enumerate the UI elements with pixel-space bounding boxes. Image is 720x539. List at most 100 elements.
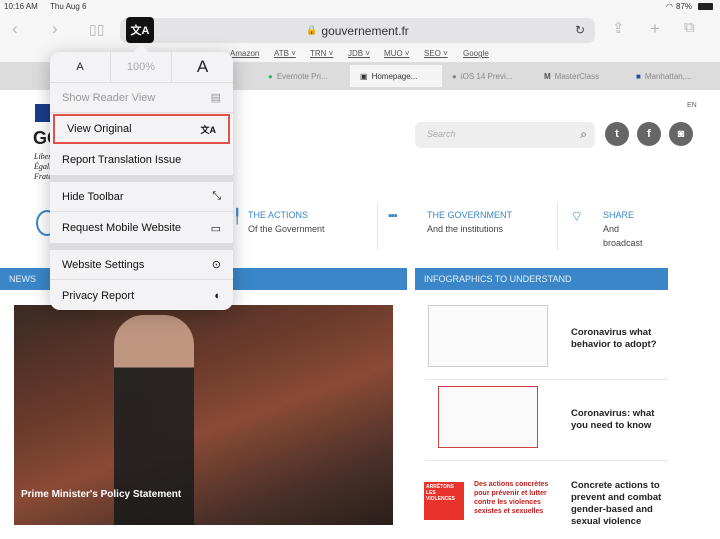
- tab-homepage[interactable]: ▣ Homepage...: [350, 65, 442, 87]
- battery-icon: [698, 3, 713, 10]
- divider: [425, 379, 668, 380]
- menu-separator: [50, 175, 233, 182]
- language-switch[interactable]: EN: [687, 102, 697, 109]
- menu-label: Privacy Report: [62, 290, 135, 302]
- bookmark-seo[interactable]: SEO ˅: [424, 49, 448, 58]
- broadcast-icon: ⌔: [570, 208, 584, 224]
- menu-label: View Original: [67, 123, 132, 135]
- shield-icon: ◐: [214, 290, 221, 302]
- news-image[interactable]: Prime Minister's Policy Statement: [14, 305, 393, 525]
- news-caption[interactable]: Prime Minister's Policy Statement: [21, 489, 181, 500]
- search-icon[interactable]: ⌕: [580, 127, 587, 142]
- translate-icon: 文A: [200, 124, 217, 135]
- menu-view-original[interactable]: View Original 文A: [53, 114, 230, 144]
- nav-subtitle: And the institutions: [427, 224, 504, 234]
- tab-evernote[interactable]: ● Evernote Pri...: [258, 65, 350, 87]
- reader-icon: ▤: [210, 92, 221, 104]
- nav-subtitle: Of the Government: [248, 224, 325, 234]
- menu-label: Website Settings: [62, 258, 145, 271]
- bookmark-trn[interactable]: TRN ˅: [310, 49, 333, 58]
- new-tab-icon[interactable]: +: [650, 19, 660, 39]
- infographics-header: INFOGRAPHICS TO UNDERSTAND: [415, 268, 668, 290]
- twitter-icon[interactable]: t: [605, 122, 629, 146]
- resize-arrows-icon: ⤡: [212, 190, 221, 202]
- menu-show-reader-view: Show Reader View ▤: [50, 83, 233, 113]
- url-text: gouvernement.fr: [321, 23, 409, 38]
- lock-icon: 🔒: [306, 25, 318, 35]
- browser-toolbar: ‹ › ▯▯ 🔒 gouvernement.fr ↻ 文A ⇪ + ⧉: [0, 13, 720, 46]
- bookmark-jdb[interactable]: JDB ˅: [348, 49, 370, 58]
- nav-actions[interactable]: THE ACTIONS Of the Government: [248, 208, 325, 236]
- bookmark-google[interactable]: Google: [463, 49, 489, 58]
- status-date: Thu Aug 6: [50, 2, 87, 11]
- tab-masterclass[interactable]: M MasterClass: [534, 65, 626, 87]
- tabs-overview-icon[interactable]: ⧉: [684, 19, 695, 36]
- bookmark-atb[interactable]: ATB ˅: [274, 49, 296, 58]
- settings-icon: ⊙: [211, 259, 221, 271]
- tab-manhattan[interactable]: ■ Manhattan,...: [626, 65, 720, 87]
- search-input[interactable]: Search ⌕: [415, 122, 595, 148]
- evernote-icon: ●: [268, 71, 273, 81]
- address-bar[interactable]: 🔒 gouvernement.fr ↻: [120, 18, 595, 43]
- tab-label: Evernote Pri...: [276, 71, 328, 81]
- menu-separator: [50, 243, 233, 250]
- translate-icon: 文A: [130, 25, 150, 37]
- infographic-thumb[interactable]: [428, 305, 548, 367]
- menu-label: Hide Toolbar: [62, 190, 124, 203]
- nav-title: THE GOVERNMENT: [427, 210, 513, 220]
- tab-ios14[interactable]: ● iOS 14 Previ...: [442, 65, 534, 87]
- bookmark-amazon[interactable]: Amazon: [230, 49, 259, 58]
- share-icon[interactable]: ⇪: [612, 19, 625, 37]
- reload-icon[interactable]: ↻: [575, 23, 585, 37]
- site-icon: ■: [636, 71, 641, 81]
- nav-subtitle: And broadcast: [603, 224, 643, 248]
- status-bar: 10:16 AM Thu Aug 6 ◠ 87%: [0, 0, 720, 13]
- zoom-level: 100%: [111, 52, 172, 82]
- actions-icon: ╿: [233, 208, 242, 224]
- menu-website-settings[interactable]: Website Settings ⊙: [50, 250, 233, 280]
- divider: [425, 460, 668, 461]
- bookmark-muo[interactable]: MUO ˅: [384, 49, 410, 58]
- nav-title: THE ACTIONS: [248, 210, 309, 220]
- infographic-title[interactable]: Coronavirus what behavior to adopt?: [571, 327, 671, 351]
- translation-menu: A 100% A Show Reader View ▤ View Original…: [50, 52, 233, 310]
- tab-label: Homepage...: [371, 71, 418, 81]
- apple-icon: ●: [452, 71, 457, 81]
- infographic-title[interactable]: Coronavirus: what you need to know: [571, 408, 671, 432]
- status-time: 10:16 AM: [4, 2, 38, 11]
- masterclass-icon: M: [544, 71, 551, 81]
- menu-report-translation-issue[interactable]: Report Translation Issue: [50, 145, 233, 175]
- instagram-icon[interactable]: ◙: [669, 122, 693, 146]
- menu-hide-toolbar[interactable]: Hide Toolbar ⤡: [50, 182, 233, 212]
- battery-percent: 87%: [676, 2, 693, 11]
- bookmarks-icon[interactable]: ▯▯: [89, 21, 104, 38]
- menu-label: Report Translation Issue: [62, 154, 182, 166]
- menu-privacy-report[interactable]: Privacy Report ◐: [50, 281, 233, 310]
- nav-title: SHARE: [603, 210, 635, 220]
- infographic-thumb[interactable]: [438, 386, 538, 448]
- tab-label: Manhattan,...: [644, 71, 692, 81]
- tab-label: MasterClass: [554, 71, 600, 81]
- mobile-device-icon: ▭: [210, 222, 221, 235]
- infographic-title[interactable]: Concrete actions to prevent and combat g…: [571, 480, 671, 528]
- violence-badge: ARRÊTONS LES VIOLENCES: [424, 482, 464, 520]
- menu-request-mobile-website[interactable]: Request Mobile Website ▭: [50, 213, 233, 243]
- back-icon[interactable]: ‹: [12, 19, 18, 39]
- violence-thumb-text[interactable]: Des actions concrètes pour prévenir et l…: [474, 480, 556, 516]
- nav-government[interactable]: THE GOVERNMENT And the institutions: [427, 208, 512, 236]
- divider: [377, 202, 378, 250]
- wifi-icon: ◠: [666, 2, 673, 11]
- translate-button[interactable]: 文A: [126, 17, 154, 43]
- popover-arrow: [134, 44, 148, 52]
- facebook-icon[interactable]: f: [637, 122, 661, 146]
- font-size-row: A 100% A: [50, 52, 233, 83]
- divider: [557, 202, 558, 250]
- increase-font-button[interactable]: A: [172, 52, 233, 82]
- menu-label: Show Reader View: [62, 91, 156, 104]
- org-chart-icon: ▪▪▪: [388, 210, 398, 222]
- search-placeholder: Search: [427, 129, 456, 139]
- page-icon: ▣: [360, 71, 368, 81]
- decrease-font-button[interactable]: A: [50, 52, 111, 82]
- forward-icon[interactable]: ›: [52, 19, 58, 39]
- nav-share[interactable]: SHARE And broadcast: [603, 208, 653, 250]
